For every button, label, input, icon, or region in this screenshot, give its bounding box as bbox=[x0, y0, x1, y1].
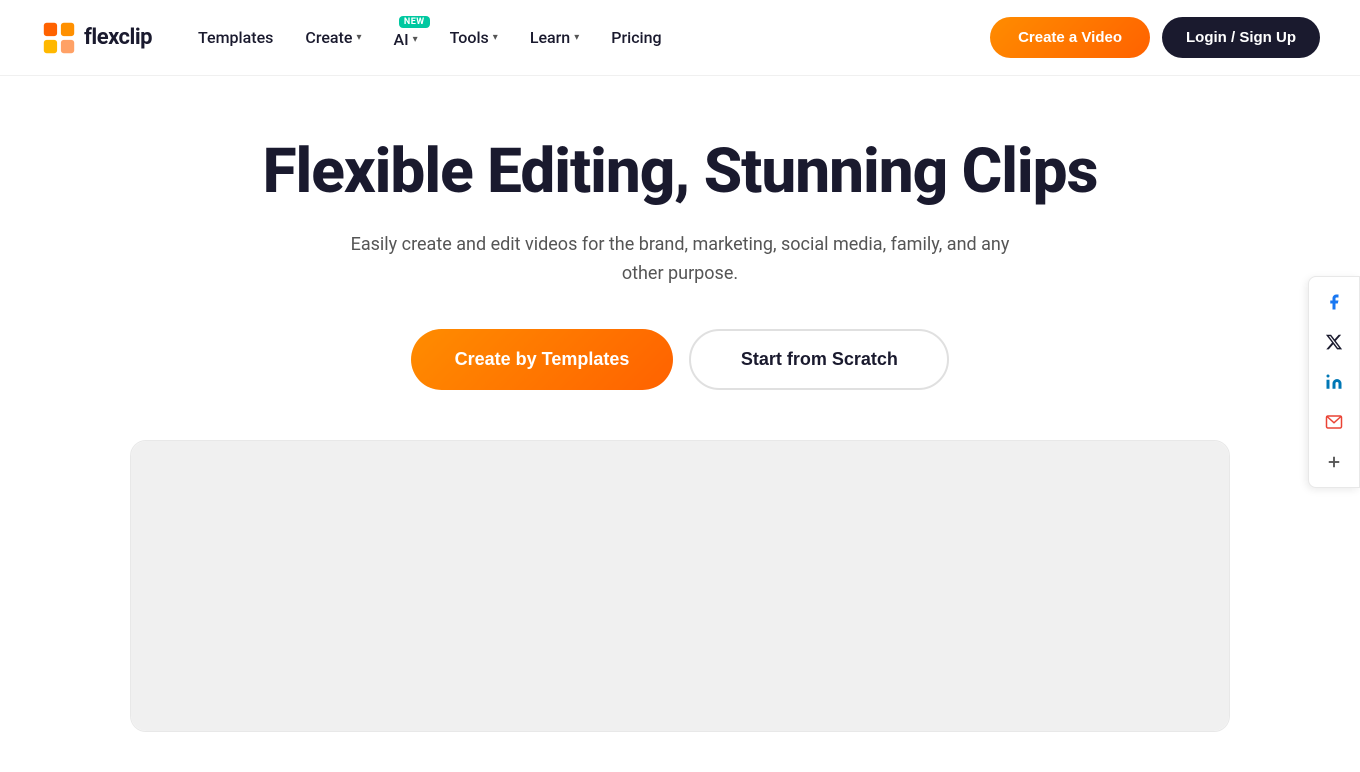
nav-right: Create a Video Login / Sign Up bbox=[990, 17, 1320, 58]
hero-title: Flexible Editing, Stunning Clips bbox=[263, 136, 1098, 207]
logo-icon bbox=[40, 19, 78, 57]
nav-ai[interactable]: AI ▾ NEW bbox=[379, 18, 431, 57]
navbar: flexclip Templates Create ▾ AI ▾ NEW Too… bbox=[0, 0, 1360, 76]
more-share-button[interactable] bbox=[1315, 443, 1353, 481]
hero-subtitle: Easily create and edit videos for the br… bbox=[330, 231, 1030, 289]
facebook-icon bbox=[1325, 293, 1343, 311]
create-chevron-icon: ▾ bbox=[356, 32, 361, 43]
nav-tools[interactable]: Tools ▾ bbox=[436, 20, 512, 55]
linkedin-share-button[interactable] bbox=[1315, 363, 1353, 401]
nav-templates[interactable]: Templates bbox=[184, 20, 287, 55]
ai-chevron-icon: ▾ bbox=[413, 34, 418, 45]
twitter-share-button[interactable] bbox=[1315, 323, 1353, 361]
nav-create[interactable]: Create ▾ bbox=[291, 20, 375, 55]
social-sidebar bbox=[1308, 276, 1360, 488]
ai-new-badge: NEW bbox=[399, 16, 430, 28]
twitter-icon bbox=[1325, 333, 1343, 351]
logo-text: flexclip bbox=[84, 25, 152, 50]
preview-container bbox=[130, 440, 1230, 732]
email-icon bbox=[1325, 413, 1343, 431]
facebook-share-button[interactable] bbox=[1315, 283, 1353, 321]
create-video-button[interactable]: Create a Video bbox=[990, 17, 1150, 58]
cta-buttons: Create by Templates Start from Scratch bbox=[411, 329, 950, 390]
preview-inner bbox=[131, 441, 1229, 731]
nav-pricing[interactable]: Pricing bbox=[597, 20, 675, 55]
tools-chevron-icon: ▾ bbox=[493, 32, 498, 43]
logo[interactable]: flexclip bbox=[40, 19, 152, 57]
start-from-scratch-button[interactable]: Start from Scratch bbox=[689, 329, 949, 390]
nav-links: Templates Create ▾ AI ▾ NEW Tools ▾ Lear… bbox=[184, 18, 676, 57]
nav-left: flexclip Templates Create ▾ AI ▾ NEW Too… bbox=[40, 18, 676, 57]
plus-icon bbox=[1325, 453, 1343, 471]
email-share-button[interactable] bbox=[1315, 403, 1353, 441]
linkedin-icon bbox=[1325, 373, 1343, 391]
nav-learn[interactable]: Learn ▾ bbox=[516, 20, 593, 55]
create-by-templates-button[interactable]: Create by Templates bbox=[411, 329, 674, 390]
learn-chevron-icon: ▾ bbox=[574, 32, 579, 43]
hero-section: Flexible Editing, Stunning Clips Easily … bbox=[0, 76, 1360, 772]
login-button[interactable]: Login / Sign Up bbox=[1162, 17, 1320, 58]
